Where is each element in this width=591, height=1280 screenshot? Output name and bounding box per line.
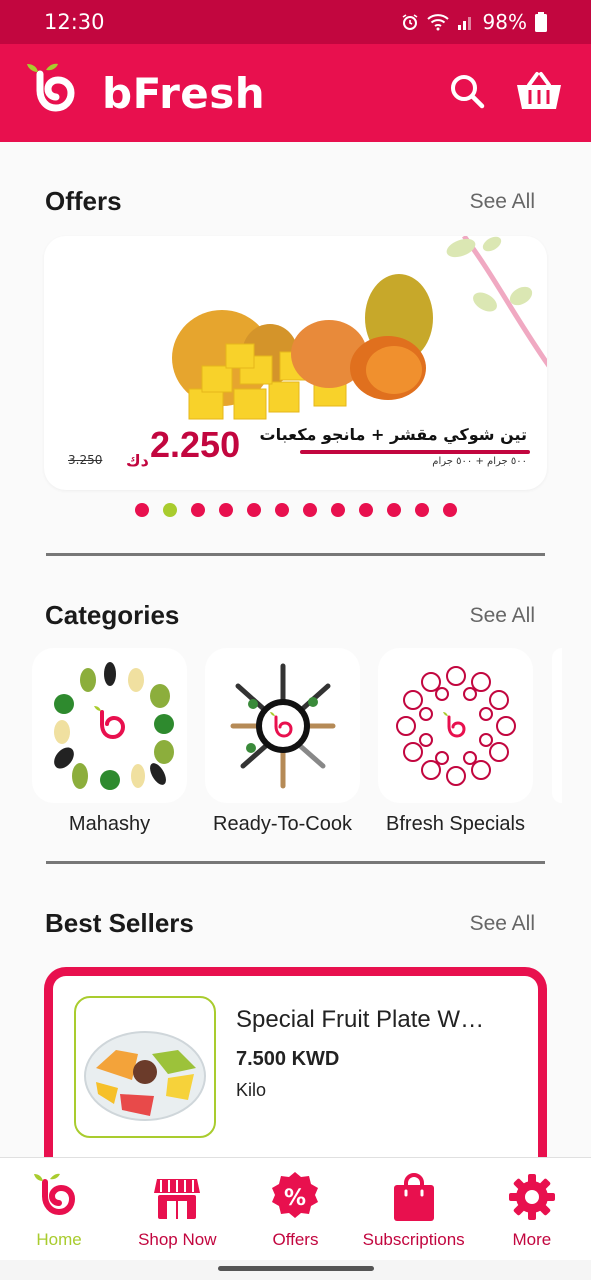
carousel-dot[interactable] [135, 503, 149, 517]
category-ready-to-cook[interactable]: Ready-To-Cook [205, 648, 360, 836]
nav-label: Shop Now [138, 1230, 217, 1249]
product-image [74, 996, 216, 1138]
status-icons: 98% [401, 10, 547, 34]
carousel-dot[interactable] [191, 503, 205, 517]
system-gesture-bar [0, 1260, 591, 1280]
status-time: 12:30 [44, 10, 105, 34]
offer-banner-currency: دك [126, 451, 149, 470]
nav-more[interactable]: More [473, 1170, 591, 1250]
nav-label: Home [36, 1230, 82, 1249]
best-sellers-title: Best Sellers [45, 908, 194, 938]
ready-to-cook-image [230, 663, 335, 788]
carousel-dot[interactable] [275, 503, 289, 517]
offer-banner[interactable]: تين شوكي مقشر + مانجو مكعبات ٥٠٠ جرام + … [44, 236, 547, 490]
carousel-dot[interactable] [247, 503, 261, 517]
category-mahashy[interactable]: Mahashy [32, 648, 187, 836]
offer-banner-title: تين شوكي مقشر + مانجو مكعبات [259, 425, 527, 444]
battery-text: 98% [482, 10, 527, 34]
category-label: Ready-To-Cook [213, 813, 352, 835]
category-label: Bfresh Specials [386, 813, 525, 835]
offers-badge-icon: % [268, 1170, 322, 1224]
offers-title: Offers [45, 186, 122, 216]
gesture-handle[interactable] [218, 1266, 374, 1271]
product-card[interactable]: Special Fruit Plate W… 7.500 KWD Kilo [44, 967, 547, 1157]
carousel-dot[interactable] [359, 503, 373, 517]
categories-see-all-link[interactable]: See All [470, 604, 535, 628]
category-label: Mahashy [68, 813, 151, 835]
nav-offers[interactable]: % Offers [236, 1170, 354, 1250]
app-bar: bFresh [0, 44, 591, 142]
offers-header: Offers See All [45, 186, 535, 217]
battery-icon [535, 12, 547, 32]
category-card [378, 648, 533, 803]
bfresh-specials-image [395, 665, 516, 786]
nav-label: Subscriptions [362, 1230, 465, 1249]
nav-shop-now[interactable]: Shop Now [118, 1170, 236, 1250]
basket-icon[interactable] [515, 71, 563, 115]
gear-icon [507, 1170, 557, 1224]
nav-label: More [512, 1230, 552, 1249]
offer-banner-old-price: 3.250 [68, 453, 103, 467]
status-bar: 12:30 98% [0, 0, 591, 44]
offers-see-all-link[interactable]: See All [470, 190, 535, 214]
offer-banner-price: 2.250 [150, 424, 241, 465]
home-logo-icon [31, 1170, 87, 1224]
product-price: 7.500 KWD [236, 1048, 340, 1070]
shop-icon [153, 1170, 201, 1224]
svg-text:%: % [284, 1186, 306, 1211]
category-card [205, 648, 360, 803]
categories-title: Categories [45, 600, 180, 630]
carousel-dot[interactable] [387, 503, 401, 517]
signal-icon [457, 13, 475, 31]
best-sellers-see-all-link[interactable]: See All [470, 912, 535, 936]
brand-logo-icon [24, 60, 86, 126]
carousel-dot[interactable] [415, 503, 429, 517]
category-bfresh-specials[interactable]: Bfresh Specials [378, 648, 533, 836]
bottom-nav: Home Shop Now % Offers Subscriptions Mor… [0, 1157, 591, 1260]
nav-home[interactable]: Home [0, 1170, 118, 1250]
search-icon[interactable] [449, 73, 485, 113]
offer-banner-underline [300, 450, 530, 454]
wifi-icon [426, 13, 449, 31]
product-unit: Kilo [236, 1080, 267, 1100]
categories-header: Categories See All [45, 600, 535, 631]
app-bar-actions [449, 71, 563, 115]
product-name: Special Fruit Plate W… [236, 1006, 485, 1033]
section-divider [46, 553, 545, 556]
carousel-dot[interactable] [219, 503, 233, 517]
best-sellers-header: Best Sellers See All [45, 908, 535, 939]
mahashy-vegetables-image [53, 661, 174, 790]
nav-label: Offers [272, 1230, 319, 1249]
bag-icon [390, 1170, 438, 1224]
carousel-dot[interactable] [331, 503, 345, 517]
offer-banner-subtitle: ٥٠٠ جرام + ٥٠٠ جرام [432, 456, 527, 467]
carousel-dot[interactable] [163, 503, 177, 517]
category-card-partial[interactable] [552, 648, 562, 803]
brand[interactable]: bFresh [24, 60, 265, 126]
category-card [32, 648, 187, 803]
alarm-icon [401, 13, 419, 31]
categories-list: Mahashy Ready-To-Cook Bfresh Specials [32, 648, 533, 836]
carousel-dots [135, 503, 457, 517]
nav-subscriptions[interactable]: Subscriptions [355, 1170, 473, 1250]
carousel-dot[interactable] [303, 503, 317, 517]
carousel-dot[interactable] [443, 503, 457, 517]
section-divider [46, 861, 545, 864]
brand-name: bFresh [102, 68, 266, 118]
